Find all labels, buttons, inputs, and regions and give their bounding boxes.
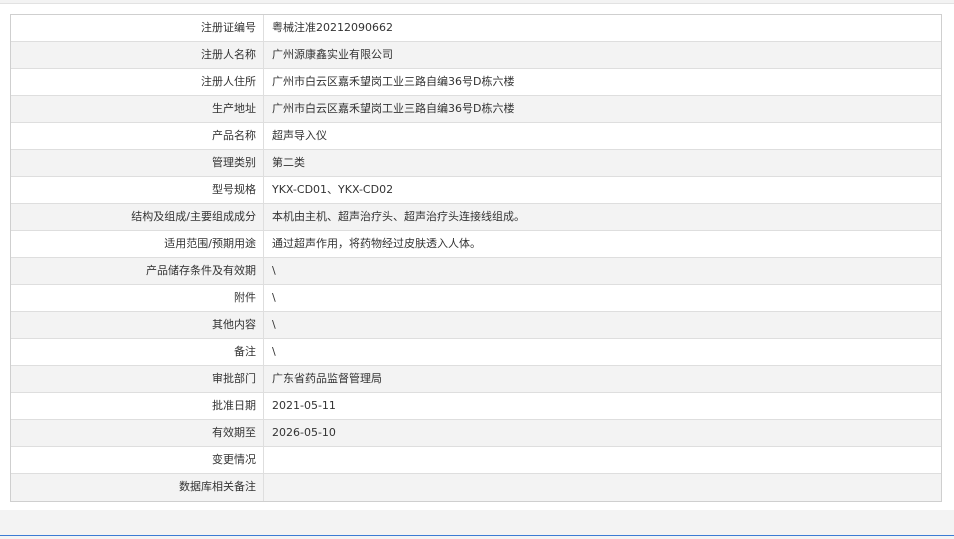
field-value: 广州市白云区嘉禾望岗工业三路自编36号D栋六楼 xyxy=(272,75,515,88)
row-other-content: 其他内容 \ xyxy=(11,312,941,339)
row-database-remarks: 数据库相关备注 xyxy=(11,474,941,501)
field-label: 产品名称 xyxy=(11,123,264,149)
field-value: 粤械注准20212090662 xyxy=(272,21,393,34)
field-label: 注册人住所 xyxy=(11,69,264,95)
row-production-address: 生产地址 广州市白云区嘉禾望岗工业三路自编36号D栋六楼 xyxy=(11,96,941,123)
field-value: 广州市白云区嘉禾望岗工业三路自编36号D栋六楼 xyxy=(272,102,515,115)
field-label: 有效期至 xyxy=(11,420,264,446)
field-value: \ xyxy=(272,291,276,304)
field-value xyxy=(264,447,941,473)
row-registrant-name: 注册人名称 广州源康鑫实业有限公司 xyxy=(11,42,941,69)
field-value: 通过超声作用，将药物经过皮肤透入人体。 xyxy=(272,237,481,250)
field-value: 广东省药品监督管理局 xyxy=(272,372,382,385)
row-approval-department: 审批部门 广东省药品监督管理局 xyxy=(11,366,941,393)
field-label: 附件 xyxy=(11,285,264,311)
row-approval-date: 批准日期 2021-05-11 xyxy=(11,393,941,420)
field-label: 变更情况 xyxy=(11,447,264,473)
field-value xyxy=(264,474,941,501)
field-label: 审批部门 xyxy=(11,366,264,392)
field-label: 批准日期 xyxy=(11,393,264,419)
row-registration-number: 注册证编号 粤械注准20212090662 xyxy=(11,15,941,42)
field-label: 备注 xyxy=(11,339,264,365)
row-registrant-address: 注册人住所 广州市白云区嘉禾望岗工业三路自编36号D栋六楼 xyxy=(11,69,941,96)
row-change-status: 变更情况 xyxy=(11,447,941,474)
field-value: 超声导入仪 xyxy=(272,129,327,142)
detail-panel: 注册证编号 粤械注准20212090662 注册人名称 广州源康鑫实业有限公司 … xyxy=(0,3,954,510)
row-product-name: 产品名称 超声导入仪 xyxy=(11,123,941,150)
field-label: 注册人名称 xyxy=(11,42,264,68)
field-label: 产品储存条件及有效期 xyxy=(11,258,264,284)
field-label: 生产地址 xyxy=(11,96,264,122)
field-label: 注册证编号 xyxy=(11,15,264,41)
row-valid-until: 有效期至 2026-05-10 xyxy=(11,420,941,447)
row-model-spec: 型号规格 YKX-CD01、YKX-CD02 xyxy=(11,177,941,204)
field-value: 2026-05-10 xyxy=(272,426,336,439)
footer-divider xyxy=(0,535,954,536)
field-value: 2021-05-11 xyxy=(272,399,336,412)
field-label: 其他内容 xyxy=(11,312,264,338)
field-value: YKX-CD01、YKX-CD02 xyxy=(272,183,394,196)
field-label: 结构及组成/主要组成成分 xyxy=(11,204,264,230)
row-storage-validity: 产品储存条件及有效期 \ xyxy=(11,258,941,285)
field-value: 广州源康鑫实业有限公司 xyxy=(272,48,393,61)
field-value: 本机由主机、超声治疗头、超声治疗头连接线组成。 xyxy=(272,210,525,223)
field-label: 型号规格 xyxy=(11,177,264,203)
field-value: 第二类 xyxy=(272,156,305,169)
field-value: \ xyxy=(272,318,276,331)
row-intended-use: 适用范围/预期用途 通过超声作用，将药物经过皮肤透入人体。 xyxy=(11,231,941,258)
field-label: 数据库相关备注 xyxy=(11,474,264,501)
row-management-category: 管理类别 第二类 xyxy=(11,150,941,177)
field-value: \ xyxy=(272,345,276,358)
registration-detail-table: 注册证编号 粤械注准20212090662 注册人名称 广州源康鑫实业有限公司 … xyxy=(10,14,942,502)
row-remarks: 备注 \ xyxy=(11,339,941,366)
row-structure-composition: 结构及组成/主要组成成分 本机由主机、超声治疗头、超声治疗头连接线组成。 xyxy=(11,204,941,231)
field-label: 适用范围/预期用途 xyxy=(11,231,264,257)
field-label: 管理类别 xyxy=(11,150,264,176)
row-attachments: 附件 \ xyxy=(11,285,941,312)
field-value: \ xyxy=(272,264,276,277)
